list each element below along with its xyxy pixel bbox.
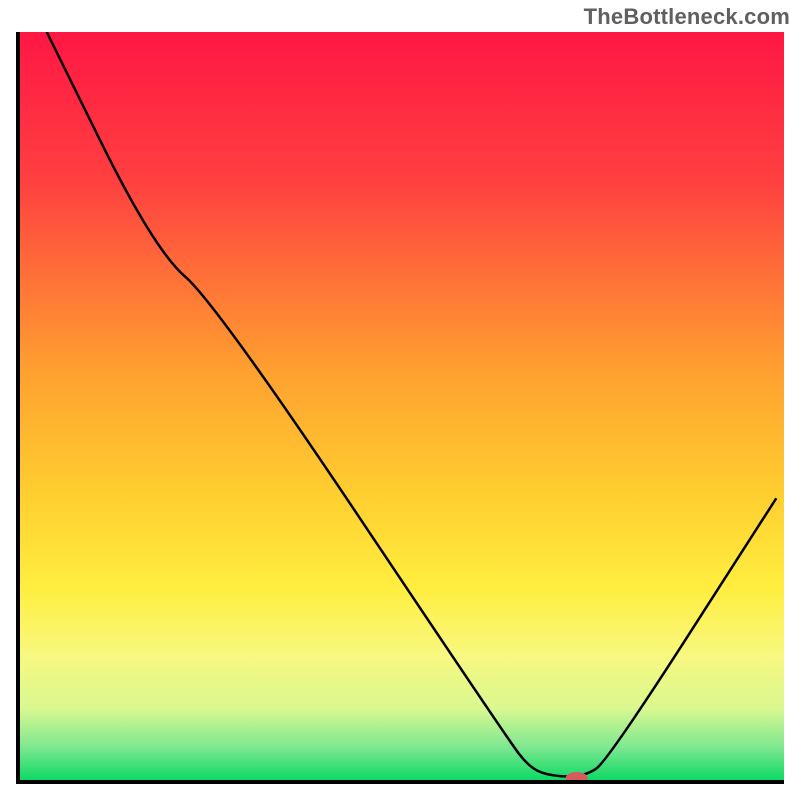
watermark-text: TheBottleneck.com (584, 4, 790, 30)
chart-axes-frame (16, 32, 784, 784)
chart-container: TheBottleneck.com (0, 0, 800, 800)
